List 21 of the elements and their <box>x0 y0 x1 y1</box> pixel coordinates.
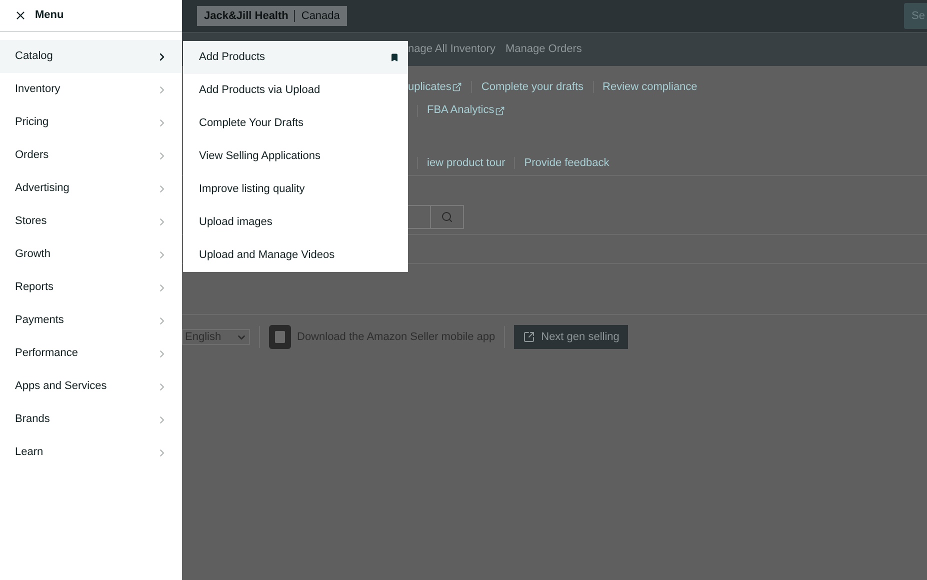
external-link-icon <box>523 331 536 343</box>
menu-title: Menu <box>35 8 64 24</box>
nav-link[interactable]: nage All Inventory <box>408 41 496 58</box>
search-button[interactable] <box>430 205 464 229</box>
account-switcher[interactable]: Jack&Jill Health Canada <box>197 6 347 26</box>
account-name: Jack&Jill Health <box>204 8 288 24</box>
close-icon[interactable] <box>14 9 27 22</box>
nav-link[interactable]: Manage Orders <box>505 41 582 58</box>
menu-item[interactable]: Catalog <box>0 40 182 73</box>
page-link[interactable]: Complete your drafts <box>481 79 584 96</box>
page-link[interactable]: FBA Analytics <box>427 102 506 119</box>
page-link[interactable]: Provide feedback <box>524 154 610 171</box>
search-icon <box>441 211 453 223</box>
next-gen-selling-button[interactable]: Next gen selling <box>514 325 628 349</box>
submenu-item[interactable]: Add Products <box>183 41 408 74</box>
bookmark-icon[interactable] <box>390 53 399 62</box>
shopping-bag-icon <box>269 325 291 349</box>
page-link[interactable]: uplicates <box>408 79 462 96</box>
page-link[interactable]: iew product tour <box>427 154 506 171</box>
account-region: Canada <box>301 8 340 24</box>
page-link[interactable]: Review compliance <box>602 79 698 96</box>
